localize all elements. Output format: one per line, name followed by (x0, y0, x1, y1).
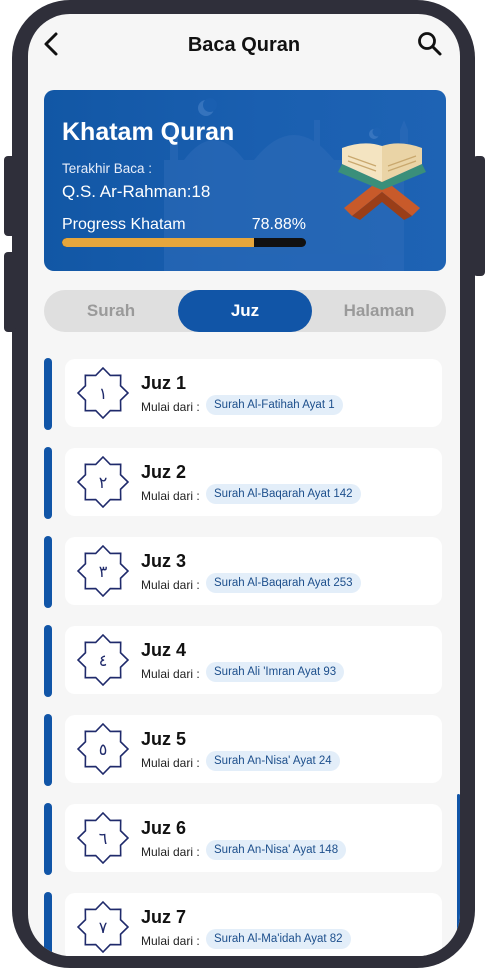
juz-star-badge-icon: ٢ (77, 456, 129, 508)
list-item: ٧ Juz 7 Mulai dari : Surah Al-Ma'idah Ay… (28, 892, 460, 956)
app-screen: Baca Quran Khatam Quran Terakhir Baca: … (28, 14, 460, 956)
quran-book-icon (338, 143, 426, 220)
tab-halaman[interactable]: Halaman (312, 290, 446, 332)
tab-bar: Surah Juz Halaman (44, 290, 446, 332)
juz-star-badge-icon: ٦ (77, 812, 129, 864)
start-label: Mulai dari : (141, 667, 200, 681)
juz-title: Juz 1 (141, 373, 187, 393)
search-button[interactable] (416, 30, 444, 58)
start-chip: Surah Al-Baqarah Ayat 253 (206, 573, 361, 593)
juz-item-card[interactable]: ٣ Juz 3 Mulai dari : Surah Al-Baqarah Ay… (65, 537, 442, 605)
list-item-accent (44, 447, 52, 519)
progress-label: Progress Khatam (62, 216, 186, 233)
phone-side-button (4, 156, 16, 236)
juz-number: ٢ (99, 473, 108, 492)
list-item: ٢ Juz 2 Mulai dari : Surah Al-Baqarah Ay… (28, 447, 460, 519)
juz-star-badge-icon: ٥ (77, 723, 129, 775)
juz-item-card[interactable]: ١ Juz 1 Mulai dari : Surah Al-Fatihah Ay… (65, 359, 442, 427)
juz-title: Juz 3 (141, 551, 187, 571)
last-read-label: Terakhir Baca : (62, 161, 153, 176)
last-read-value: Q.S. Ar-Rahman:18 (62, 182, 211, 201)
list-item-accent (44, 536, 52, 608)
start-label: Mulai dari : (141, 578, 200, 592)
start-chip: Surah An-Nisa' Ayat 148 (206, 840, 347, 860)
search-icon (418, 32, 442, 56)
juz-item-card[interactable]: ٦ Juz 6 Mulai dari : Surah An-Nisa' Ayat… (65, 804, 442, 872)
juz-item-card[interactable]: ٢ Juz 2 Mulai dari : Surah Al-Baqarah Ay… (65, 448, 442, 516)
phone-side-button (473, 156, 485, 276)
juz-item-card[interactable]: ٧ Juz 7 Mulai dari : Surah Al-Ma'idah Ay… (65, 893, 442, 956)
khatam-title: Khatam Quran (62, 118, 235, 146)
start-label: Mulai dari : (141, 756, 200, 770)
list-item: ٣ Juz 3 Mulai dari : Surah Al-Baqarah Ay… (28, 536, 460, 608)
list-item: ٤ Juz 4 Mulai dari : Surah Ali 'Imran Ay… (28, 625, 460, 697)
page-title: Baca Quran (187, 34, 301, 56)
phone-side-button (4, 252, 16, 332)
start-chip: Surah An-Nisa' Ayat 24 (206, 751, 340, 771)
progress-bar-fill (62, 238, 255, 247)
tab-juz[interactable]: Juz (178, 290, 312, 332)
start-label: Mulai dari : (141, 845, 200, 859)
top-bar: Baca Quran (28, 14, 460, 76)
list-item: ١ Juz 1 Mulai dari : Surah Al-Fatihah Ay… (28, 358, 460, 430)
juz-number: ٦ (99, 829, 108, 848)
start-label: Mulai dari : (141, 489, 200, 503)
juz-title: Juz 4 (141, 640, 187, 660)
juz-title: Juz 2 (141, 462, 187, 482)
list-item-accent (44, 803, 52, 875)
start-chip: Surah Al-Baqarah Ayat 142 (206, 484, 361, 504)
juz-star-badge-icon: ٤ (77, 634, 129, 686)
juz-star-badge-icon: ٧ (77, 901, 129, 953)
juz-item-card[interactable]: ٤ Juz 4 Mulai dari : Surah Ali 'Imran Ay… (65, 626, 442, 694)
list-item: ٦ Juz 6 Mulai dari : Surah An-Nisa' Ayat… (28, 803, 460, 875)
juz-number: ٣ (99, 562, 108, 581)
tab-surah[interactable]: Surah (44, 290, 178, 332)
progress-percent: 78.88% (251, 216, 306, 233)
juz-star-badge-icon: ٣ (77, 545, 129, 597)
start-label: Mulai dari : (141, 934, 200, 948)
juz-star-badge-icon: ١ (77, 367, 129, 419)
juz-number: ٤ (99, 651, 108, 670)
scrollbar[interactable] (457, 794, 460, 944)
juz-title: Juz 6 (141, 818, 187, 838)
list-item-accent (44, 358, 52, 430)
list-item-accent (44, 892, 52, 956)
start-chip: Surah Al-Fatihah Ayat 1 (206, 395, 343, 415)
juz-item-card[interactable]: ٥ Juz 5 Mulai dari : Surah An-Nisa' Ayat… (65, 715, 442, 783)
juz-number: ٥ (99, 740, 108, 759)
list-item-accent (44, 625, 52, 697)
khatam-card[interactable]: Khatam Quran Terakhir Baca : Q.S. Ar-Rah… (44, 90, 446, 271)
list-item-accent (44, 714, 52, 786)
start-chip: Surah Al-Ma'idah Ayat 82 (206, 929, 351, 949)
start-label: Mulai dari : (141, 400, 200, 414)
juz-title: Juz 7 (141, 907, 187, 927)
list-item: ٥ Juz 5 Mulai dari : Surah An-Nisa' Ayat… (28, 714, 460, 786)
juz-number: ٧ (99, 918, 108, 937)
progress-bar (62, 238, 306, 247)
start-chip: Surah Ali 'Imran Ayat 93 (206, 662, 345, 682)
juz-title: Juz 5 (141, 729, 187, 749)
juz-number: ١ (99, 384, 108, 403)
